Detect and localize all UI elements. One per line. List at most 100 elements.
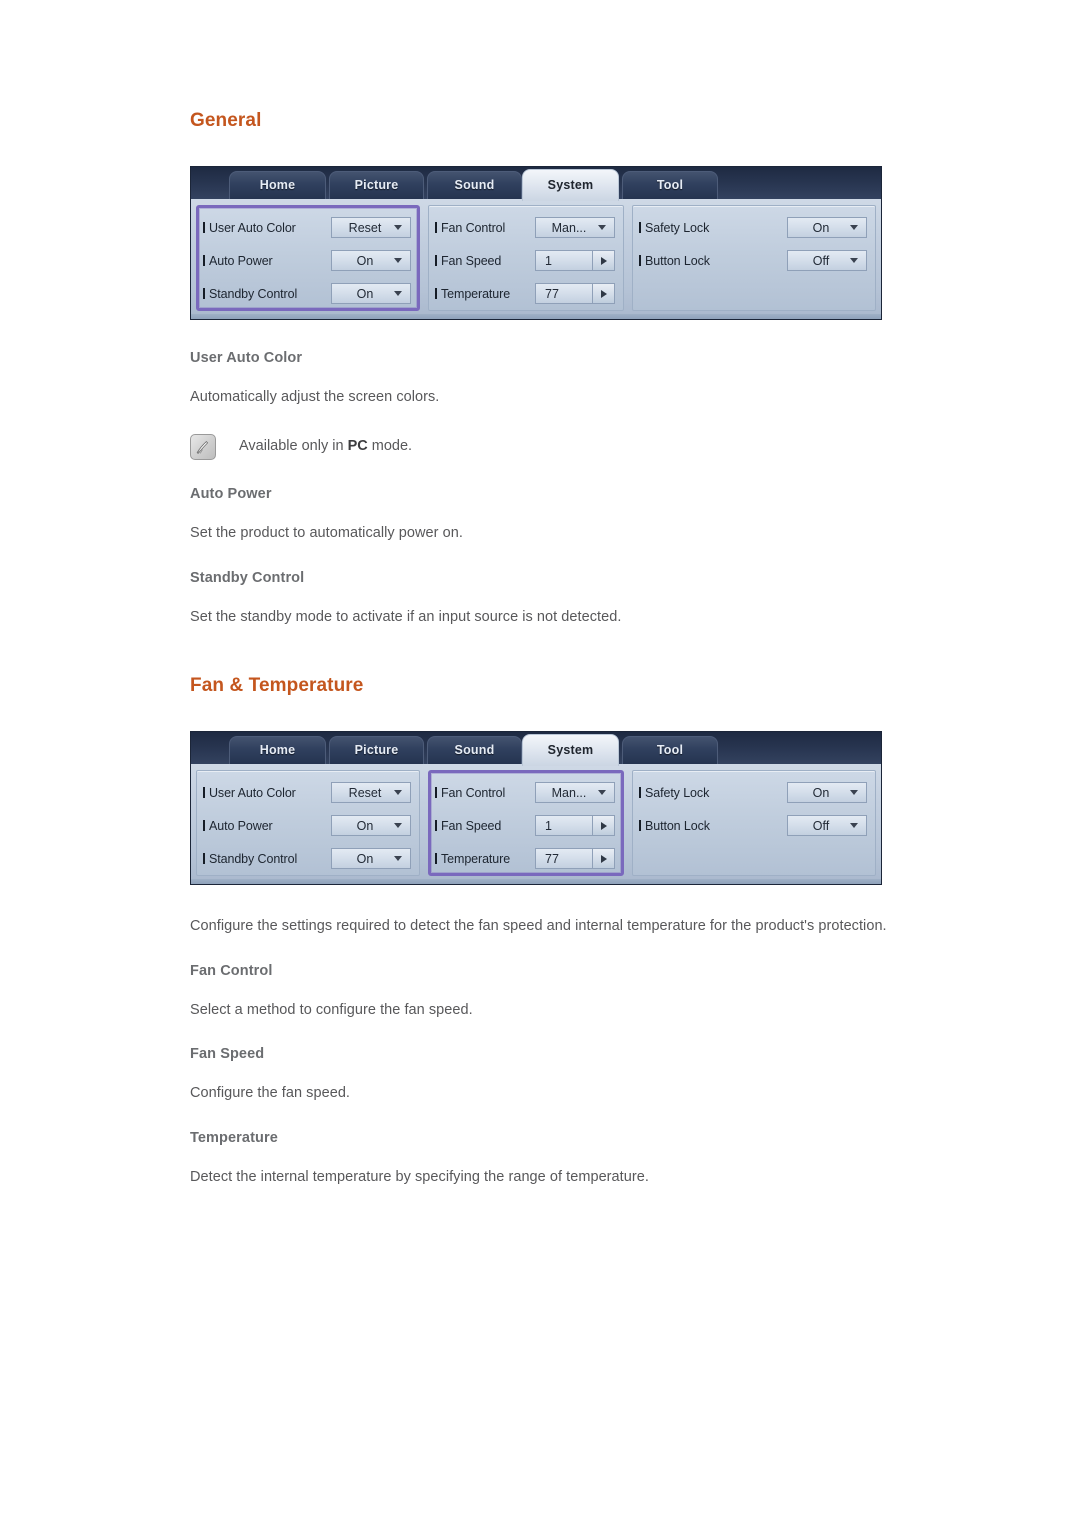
bullet-tick-icon (203, 853, 205, 865)
bullet-tick-icon (639, 255, 641, 266)
osd-row-label: Button Lock (639, 254, 787, 268)
bullet-tick-icon (435, 255, 437, 266)
chevron-down-icon (394, 856, 402, 862)
osd-dropdown-button-lock[interactable]: Off (787, 815, 867, 837)
osd-bottom-strip (191, 314, 881, 319)
sub-heading: Standby Control (190, 569, 305, 586)
osd-tab-system[interactable]: System (522, 169, 619, 201)
osd-dropdown-user-auto-color[interactable]: Reset (331, 217, 411, 238)
osd-control-value: Reset (348, 220, 382, 235)
osd-row-label: Auto Power (203, 254, 331, 268)
chevron-down-icon (394, 790, 402, 796)
osd-label-text: Auto Power (209, 818, 273, 833)
osd-spinner-temperature[interactable]: 77 (535, 848, 615, 870)
note-text-after: mode. (367, 438, 413, 455)
bullet-tick-icon (639, 820, 641, 832)
osd-row: Standby Control On (203, 842, 411, 875)
body-paragraph: Set the standby mode to activate if an i… (190, 608, 622, 625)
osd-label-text: Fan Speed (441, 253, 502, 268)
osd-dropdown-auto-power[interactable]: On (331, 250, 411, 271)
osd-control-value: Reset (348, 785, 382, 800)
osd-row: Standby Control On (203, 277, 411, 310)
osd-dropdown-auto-power[interactable]: On (331, 815, 411, 837)
note-text-emphasis: PC (347, 438, 368, 455)
osd-control-value: On (356, 818, 374, 833)
osd-tab-sound[interactable]: Sound (427, 736, 522, 765)
osd-control-value: 77 (545, 286, 559, 301)
chevron-down-icon (598, 225, 606, 230)
osd-control-value: On (356, 851, 374, 866)
arrow-right-icon[interactable] (592, 251, 614, 270)
osd-label-text: Safety Lock (645, 785, 710, 800)
sub-heading: Temperature (190, 1129, 278, 1146)
osd-column-1: User Auto Color Reset Auto Power On Standby … (196, 770, 420, 877)
osd-menu-screenshot: Home Picture Sound System Tool User Auto Colo… (190, 731, 882, 886)
osd-label-text: Button Lock (645, 818, 710, 833)
osd-spinner-temperature[interactable]: 77 (535, 283, 615, 304)
osd-spinner-fan-speed[interactable]: 1 (535, 815, 615, 837)
body-paragraph: Configure the fan speed. (190, 1085, 351, 1102)
osd-control-value: On (356, 253, 374, 268)
osd-tab-tool[interactable]: Tool (622, 171, 718, 199)
bullet-tick-icon (435, 820, 437, 832)
osd-row-label: Temperature (435, 852, 535, 866)
arrow-right-icon[interactable] (592, 284, 614, 303)
osd-tab-sound[interactable]: Sound (427, 171, 522, 199)
sub-heading: Fan Control (190, 962, 273, 979)
osd-tab-picture[interactable]: Picture (329, 736, 424, 765)
page-content: General Home Picture Sound System Tool User Au… (190, 110, 990, 1213)
osd-label-text: Temperature (441, 286, 511, 301)
osd-spinner-fan-speed[interactable]: 1 (535, 250, 615, 271)
osd-row-label: Fan Speed (435, 254, 535, 268)
osd-control-value: Off (812, 818, 830, 833)
osd-dropdown-fan-control[interactable]: Man... (535, 782, 615, 804)
body-paragraph: Select a method to configure the fan spe… (190, 1001, 473, 1018)
chevron-down-icon (850, 225, 858, 230)
osd-dropdown-user-auto-color[interactable]: Reset (331, 782, 411, 804)
osd-bottom-strip (191, 879, 881, 885)
osd-control-value: Man... (551, 785, 587, 800)
chevron-down-icon (598, 790, 606, 796)
osd-control-value: 77 (545, 851, 559, 866)
osd-row: Auto Power On (203, 809, 411, 842)
osd-dropdown-standby-control[interactable]: On (331, 848, 411, 870)
osd-row-label: Fan Control (435, 221, 535, 235)
chevron-down-icon (850, 258, 858, 263)
osd-tab-picture[interactable]: Picture (329, 171, 424, 199)
osd-tab-system[interactable]: System (522, 734, 619, 767)
body-paragraph: Automatically adjust the screen colors. (190, 389, 440, 405)
arrow-right-icon[interactable] (592, 816, 614, 836)
osd-label-text: User Auto Color (209, 785, 296, 800)
bullet-tick-icon (203, 288, 205, 299)
arrow-right-icon[interactable] (592, 849, 614, 869)
osd-tab-home[interactable]: Home (229, 171, 326, 199)
note-text: Available only in PC mode. (239, 433, 412, 458)
osd-dropdown-button-lock[interactable]: Off (787, 250, 867, 271)
osd-dropdown-safety-lock[interactable]: On (787, 782, 867, 804)
bullet-tick-icon (639, 222, 641, 233)
osd-dropdown-standby-control[interactable]: On (331, 283, 411, 304)
osd-menu-screenshot: Home Picture Sound System Tool User Auto Colo… (190, 166, 882, 320)
osd-tab-bar: Home Picture Sound System Tool (191, 732, 881, 767)
triangle-right-glyph (600, 821, 607, 830)
osd-row-label: Standby Control (203, 287, 331, 301)
osd-column-3: Safety Lock On Button Lock Off (632, 205, 876, 311)
osd-row: Fan Speed 1 (435, 244, 615, 277)
chevron-down-icon (850, 790, 858, 796)
chevron-down-icon (394, 225, 402, 230)
osd-dropdown-safety-lock[interactable]: On (787, 217, 867, 238)
osd-tab-home[interactable]: Home (229, 736, 326, 765)
osd-row: Button Lock Off (639, 244, 867, 277)
osd-label-text: Fan Speed (441, 818, 502, 833)
osd-row: Temperature 77 (435, 842, 615, 875)
osd-label-text: Standby Control (209, 286, 298, 301)
osd-row-label: Fan Control (435, 786, 535, 800)
osd-dropdown-fan-control[interactable]: Man... (535, 217, 615, 238)
osd-row-label: Safety Lock (639, 221, 787, 235)
chevron-down-icon (850, 823, 858, 829)
osd-column-3: Safety Lock On Button Lock Off (632, 770, 876, 877)
sub-heading: Fan Speed (190, 1046, 265, 1063)
bullet-tick-icon (203, 820, 205, 832)
osd-tab-tool[interactable]: Tool (622, 736, 718, 765)
